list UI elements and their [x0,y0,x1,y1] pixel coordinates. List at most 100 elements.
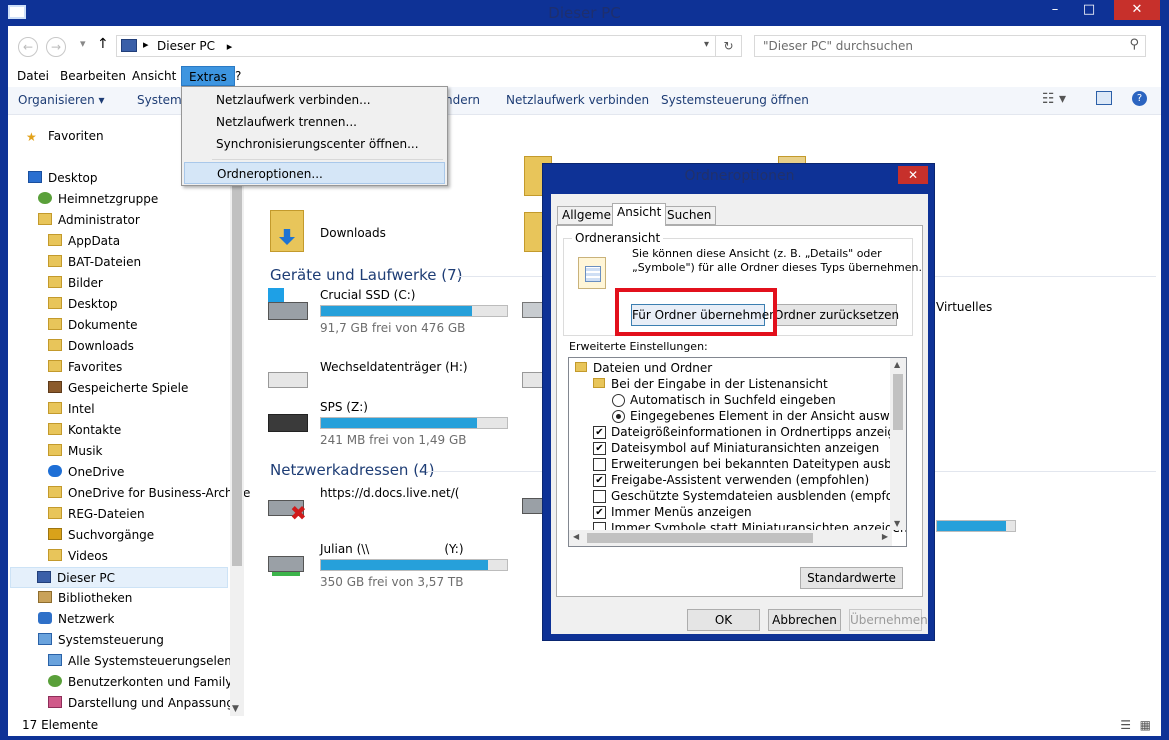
title-bar[interactable]: Dieser PC – □ ✕ [0,0,1169,26]
network-location-docs[interactable]: ✖ https://d.docs.live.net/( [268,486,508,528]
sidebar-item-bibliotheken[interactable]: Bibliotheken [38,588,132,609]
tree-item-label[interactable]: Dateigrößeinformationen in Ordnertipps a… [611,424,906,440]
sidebar-item-darstellung[interactable]: Darstellung und Anpassung [48,693,230,714]
sidebar-item-dieser-pc[interactable]: Dieser PC [10,567,228,588]
preview-pane-icon[interactable] [1096,91,1112,105]
sidebar-item-suchvorgaenge[interactable]: Suchvorgänge [48,525,154,546]
radio-auto-search[interactable] [612,394,625,407]
sidebar-item-downloads[interactable]: Downloads [48,336,134,357]
sidebar-item-benutzerkonten[interactable]: Benutzerkonten und Family Sa [48,672,230,693]
menu-ansicht[interactable]: Ansicht [125,66,183,86]
up-arrow-icon[interactable]: ↑ [97,36,109,52]
maximize-button[interactable]: □ [1074,0,1104,20]
menu-extras[interactable]: Extras [181,66,235,86]
menu-bearbeiten[interactable]: Bearbeiten [53,66,133,86]
virtuelles-label[interactable]: Virtuelles [936,300,992,314]
apply-button[interactable]: Übernehmen [849,609,928,631]
tree-item-label[interactable]: Automatisch in Suchfeld eingeben [630,392,836,408]
search-input[interactable]: "Dieser PC" durchsuchen ⚲ [754,35,1146,57]
sidebar-item-alle-systemsteuerungselemente[interactable]: Alle Systemsteuerungselement [48,651,230,672]
cancel-button[interactable]: Abbrechen [768,609,841,631]
reset-folders-button[interactable]: Ordner zurücksetzen [773,304,899,326]
tree-item-label[interactable]: Erweiterungen bei bekannten Dateitypen a… [611,456,906,472]
search-icon[interactable]: ⚲ [1129,37,1139,52]
sidebar-item-onedrive-business[interactable]: OneDrive for Business-Archive [48,483,250,504]
sidebar-item-favorites[interactable]: Favorites [48,357,122,378]
tree-item[interactable]: Dateien und Ordner [575,360,712,376]
sidebar-item-bat-dateien[interactable]: BAT-Dateien [48,252,141,273]
tab-suchen[interactable]: Suchen [662,206,717,225]
sidebar-item-gespeicherte-spiele[interactable]: Gespeicherte Spiele [48,378,188,399]
menu-item-netzlaufwerk-verbinden[interactable]: Netzlaufwerk verbinden... [184,89,445,111]
downloads-label[interactable]: Downloads [320,226,386,240]
checkbox-hide-extensions[interactable] [593,458,606,471]
defaults-button[interactable]: Standardwerte [800,567,903,589]
tree-item-label[interactable]: Immer Menüs anzeigen [611,504,752,520]
sidebar-item-administrator[interactable]: Administrator [38,210,140,231]
menu-item-netzlaufwerk-trennen[interactable]: Netzlaufwerk trennen... [184,111,445,133]
systemsteuerung-button[interactable]: Systemsteuerung öffnen [661,93,809,107]
sidebar-item-onedrive[interactable]: OneDrive [48,462,124,483]
tree-hscrollbar[interactable]: ◀ ▶ [569,530,892,546]
sidebar-item-dokumente[interactable]: Dokumente [48,315,138,336]
tab-ansicht[interactable]: Ansicht [612,203,667,226]
menu-item-synchronisierungscenter[interactable]: Synchronisierungscenter öffnen... [184,133,445,155]
chevron-down-icon[interactable]: ▾ [704,39,709,50]
netzlaufwerk-verbinden-button[interactable]: Netzlaufwerk verbinden [506,93,649,107]
ok-button[interactable]: OK [687,609,760,631]
group-devices-header[interactable]: Geräte und Laufwerke (7) [270,266,463,284]
sidebar-item-reg-dateien[interactable]: REG-Dateien [48,504,145,525]
advanced-settings-tree[interactable]: Dateien und Ordner Bei der Eingabe in de… [568,357,907,547]
tree-item[interactable]: Bei der Eingabe in der Listenansicht [593,376,828,392]
sidebar-item-heimnetzgruppe[interactable]: Heimnetzgruppe [38,189,158,210]
sidebar-item-netzwerk[interactable]: Netzwerk [38,609,114,630]
radio-select-element[interactable] [612,410,625,423]
sidebar-item-kontakte[interactable]: Kontakte [48,420,121,441]
scrollbar-thumb[interactable] [587,533,813,543]
dialog-title[interactable]: Ordneroptionen [543,168,936,184]
minimize-button[interactable]: – [1040,0,1070,20]
sidebar-item-desktop-2[interactable]: Desktop [48,294,118,315]
refresh-button[interactable]: ↻ [716,35,742,57]
checkbox-filesize-info[interactable]: ✔ [593,426,606,439]
checkbox-file-icon-thumbnails[interactable]: ✔ [593,442,606,455]
drive-h[interactable]: Wechseldatenträger (H:) [268,360,528,400]
chevron-down-icon[interactable]: ▼ [232,704,239,714]
chevron-right-icon[interactable]: ▶ [882,532,888,541]
checkbox-hide-system-files[interactable] [593,490,606,503]
chevron-down-icon[interactable]: ▼ [894,519,900,528]
sidebar-item-desktop[interactable]: Desktop [28,168,98,189]
dialog-close-button[interactable]: ✕ [898,166,928,184]
downloads-folder-icon[interactable] [270,210,304,252]
sidebar-item-bilder[interactable]: Bilder [48,273,103,294]
scrollbar-thumb[interactable] [893,374,903,430]
details-view-icon[interactable]: ☰ [1120,718,1131,732]
help-icon[interactable]: ? [1132,91,1147,106]
tree-item-label[interactable]: Geschützte Systemdateien ausblenden (emp… [611,488,906,504]
group-network-header[interactable]: Netzwerkadressen (4) [270,461,434,479]
checkbox-sharing-wizard[interactable]: ✔ [593,474,606,487]
tree-vscrollbar[interactable]: ▲ ▼ [890,358,906,530]
network-drive-y[interactable]: Julian (\\ (Y:) 350 GB frei von 3,57 TB [268,542,528,592]
drive-z[interactable]: SPS (Z:) 241 MB frei von 1,49 GB [268,400,528,450]
view-options-icon[interactable]: ☷ ▾ [1042,91,1066,107]
chevron-left-icon[interactable]: ◀ [573,532,579,541]
checkbox-always-show-menus[interactable]: ✔ [593,506,606,519]
tree-item-label[interactable]: Eingegebenes Element in der Ansicht ausw… [630,408,906,424]
tree-item-label[interactable]: Freigabe-Assistent verwenden (empfohlen) [611,472,869,488]
organisieren-button[interactable]: Organisieren ▾ [18,93,105,107]
scrollbar-thumb[interactable] [232,146,242,566]
forward-button[interactable]: → [46,37,66,57]
address-box[interactable]: ▸ Dieser PC ▸ ▾ [116,35,716,57]
tree-item-label[interactable]: Dateisymbol auf Miniaturansichten anzeig… [611,440,879,456]
sidebar-item-musik[interactable]: Musik [48,441,103,462]
menu-item-ordneroptionen[interactable]: Ordneroptionen... [184,162,445,184]
menu-datei[interactable]: Datei [10,66,56,86]
back-button[interactable]: ← [18,37,38,57]
close-button[interactable]: ✕ [1114,0,1160,20]
sidebar-item-appdata[interactable]: AppData [48,231,120,252]
history-chevron-icon[interactable]: ▾ [80,37,86,50]
chevron-up-icon[interactable]: ▲ [894,360,900,369]
drive-c[interactable]: Crucial SSD (C:) 91,7 GB frei von 476 GB [268,288,528,338]
chevron-right-icon[interactable]: ▸ [143,38,149,51]
